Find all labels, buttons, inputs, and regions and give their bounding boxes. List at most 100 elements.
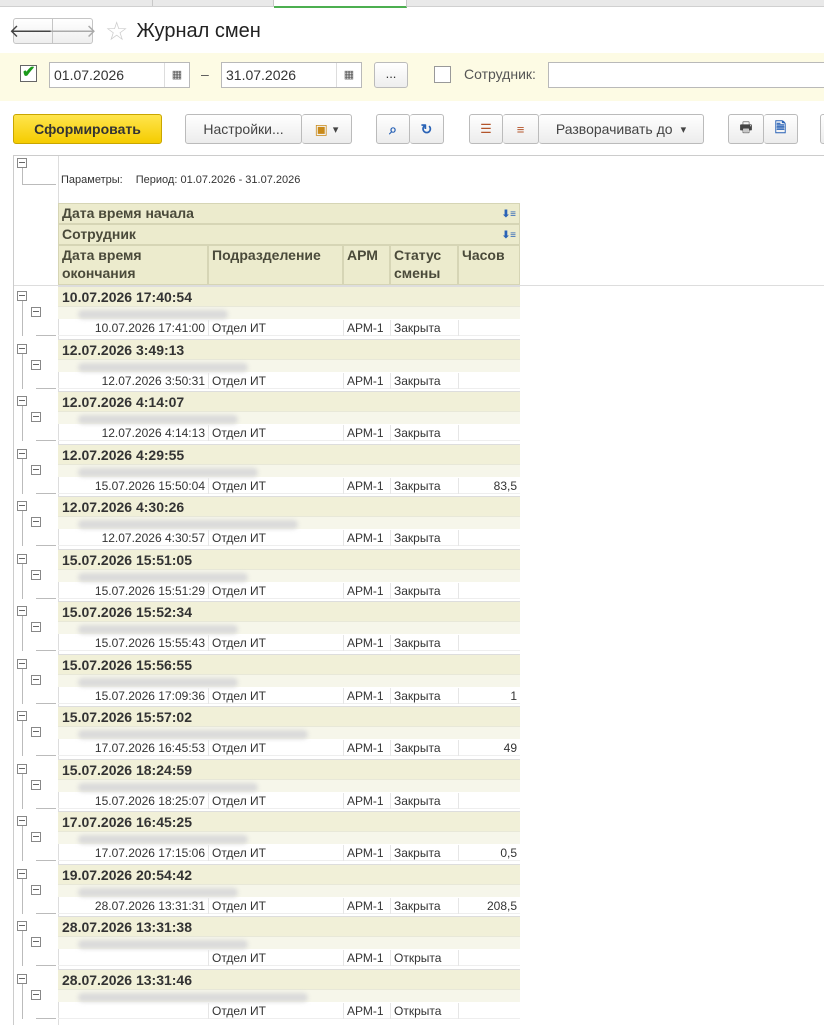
group-row[interactable]: 12.07.2026 4:30:26 — [58, 496, 520, 516]
group-collapse-toggle[interactable] — [17, 816, 27, 826]
report-params: Параметры: Период: 01.07.2026 - 31.07.20… — [61, 174, 310, 186]
subgroup-collapse-toggle[interactable] — [31, 569, 41, 580]
status-cell: Закрыта — [390, 477, 458, 494]
group-row[interactable]: 15.07.2026 15:56:55 — [58, 653, 520, 674]
employee-row[interactable] — [58, 306, 520, 319]
employee-row[interactable] — [58, 411, 520, 424]
employee-row[interactable] — [58, 673, 520, 687]
redacted-employee-name — [78, 310, 228, 319]
group-collapse-toggle[interactable] — [17, 711, 27, 721]
subgroup-collapse-toggle[interactable] — [31, 517, 41, 527]
detail-row[interactable]: 15.07.2026 15:50:04 Отдел ИТ АРМ-1 Закрыта 8… — [58, 477, 520, 494]
preview-button[interactable]: 🗎 — [764, 114, 798, 144]
subgroup-collapse-toggle[interactable] — [31, 727, 41, 737]
employee-row[interactable] — [58, 831, 520, 844]
employee-row[interactable] — [58, 568, 520, 582]
group-collapse-toggle[interactable] — [17, 868, 27, 879]
variants-button[interactable]: ▣ ▾ — [302, 114, 352, 144]
back-button[interactable]: 🡐 — [9, 18, 57, 44]
subgroup-collapse-toggle[interactable] — [31, 989, 41, 1000]
detail-row[interactable]: 12.07.2026 4:14:13 Отдел ИТ АРМ-1 Закрыта — [58, 425, 520, 441]
detail-row[interactable]: 15.07.2026 15:55:43 Отдел ИТ АРМ-1 Закрыта — [58, 635, 520, 651]
employee-row[interactable] — [58, 463, 520, 477]
group-row[interactable]: 28.07.2026 13:31:38 — [58, 916, 520, 936]
group-collapse-toggle[interactable] — [17, 658, 27, 669]
group-collapse-toggle[interactable] — [17, 763, 27, 774]
more-button[interactable] — [820, 114, 824, 144]
tab-active[interactable] — [274, 0, 407, 8]
group-collapse-toggle[interactable] — [17, 448, 27, 459]
generate-button[interactable]: Сформировать — [13, 114, 162, 144]
group-collapse-toggle[interactable] — [17, 606, 27, 616]
group-row[interactable]: 12.07.2026 4:29:55 — [58, 443, 520, 464]
group-row[interactable]: 12.07.2026 4:14:07 — [58, 391, 520, 411]
group-collapse-toggle[interactable] — [17, 553, 27, 564]
params-collapse-toggle[interactable] — [17, 158, 27, 168]
window-header: 🡐 🡒 ☆ Журнал смен — [9, 16, 261, 46]
subgroup-collapse-toggle[interactable] — [31, 464, 41, 475]
detail-row[interactable]: 15.07.2026 15:51:29 Отдел ИТ АРМ-1 Закрыта — [58, 582, 520, 599]
forward-button[interactable]: 🡒 — [48, 18, 97, 44]
expand-to-button[interactable]: Разворачивать до ▾ — [539, 114, 704, 144]
subgroup-collapse-toggle[interactable] — [31, 674, 41, 685]
group-collapse-toggle[interactable] — [17, 396, 27, 406]
favorite-star-icon[interactable]: ☆ — [105, 18, 128, 44]
tab-1[interactable] — [0, 0, 153, 6]
employee-row[interactable] — [58, 621, 520, 634]
detail-row[interactable]: 17.07.2026 16:45:53 Отдел ИТ АРМ-1 Закрыта 4… — [58, 740, 520, 756]
search-button[interactable]: ⌕ — [376, 114, 410, 144]
print-button[interactable]: 🖶 — [728, 114, 764, 144]
group-collapse-toggle[interactable] — [17, 343, 27, 354]
group-collapse-toggle[interactable] — [17, 291, 27, 301]
employee-row[interactable] — [58, 988, 520, 1002]
group-row[interactable]: 15.07.2026 15:51:05 — [58, 548, 520, 569]
group-row[interactable]: 10.07.2026 17:40:54 — [58, 286, 520, 306]
group-row[interactable]: 17.07.2026 16:45:25 — [58, 811, 520, 831]
expand-groups-button[interactable]: ☰ — [469, 114, 503, 144]
collapse-groups-button[interactable]: ≡ — [503, 114, 539, 144]
group-collapse-toggle[interactable] — [17, 501, 27, 511]
employee-row[interactable] — [58, 883, 520, 897]
detail-row[interactable]: Отдел ИТ АРМ-1 Открыта — [58, 950, 520, 966]
group-collapse-toggle[interactable] — [17, 921, 27, 931]
calendar-icon[interactable]: ▦ — [164, 63, 189, 87]
choose-period-button[interactable]: ... — [374, 62, 408, 88]
group-row[interactable]: 15.07.2026 15:52:34 — [58, 601, 520, 621]
detail-row[interactable]: 12.07.2026 4:30:57 Отдел ИТ АРМ-1 Закрыта — [58, 530, 520, 546]
subgroup-collapse-toggle[interactable] — [31, 779, 41, 790]
subgroup-collapse-toggle[interactable] — [31, 937, 41, 947]
group-collapse-toggle[interactable] — [17, 973, 27, 984]
group-row[interactable]: 15.07.2026 15:57:02 — [58, 706, 520, 726]
group-row[interactable]: 28.07.2026 13:31:46 — [58, 968, 520, 989]
group-row[interactable]: 19.07.2026 20:54:42 — [58, 863, 520, 884]
period-checkbox[interactable] — [20, 62, 37, 82]
employee-checkbox[interactable] — [434, 66, 451, 83]
search-next-button[interactable]: ↻ — [410, 114, 444, 144]
detail-row[interactable]: 15.07.2026 17:09:36 Отдел ИТ АРМ-1 Закрыта 1 — [58, 687, 520, 704]
tab-2[interactable] — [153, 0, 274, 6]
employee-row[interactable] — [58, 936, 520, 949]
employee-input[interactable] — [548, 62, 824, 88]
settings-button[interactable]: Настройки... — [185, 114, 302, 144]
group-row[interactable]: 12.07.2026 3:49:13 — [58, 338, 520, 359]
detail-row[interactable]: 17.07.2026 17:15:06 Отдел ИТ АРМ-1 Закрыта 0… — [58, 845, 520, 861]
subgroup-collapse-toggle[interactable] — [31, 412, 41, 422]
detail-row[interactable]: 15.07.2026 18:25:07 Отдел ИТ АРМ-1 Закрыта — [58, 792, 520, 809]
subgroup-collapse-toggle[interactable] — [31, 359, 41, 370]
date-from-input[interactable]: 01.07.2026 ▦ — [49, 62, 190, 88]
subgroup-collapse-toggle[interactable] — [31, 622, 41, 632]
detail-row[interactable]: Отдел ИТ АРМ-1 Открыта — [58, 1002, 520, 1019]
subgroup-collapse-toggle[interactable] — [31, 884, 41, 895]
group-row[interactable]: 15.07.2026 18:24:59 — [58, 758, 520, 779]
detail-row[interactable]: 28.07.2026 13:31:31 Отдел ИТ АРМ-1 Закрыта 2… — [58, 897, 520, 914]
employee-row[interactable] — [58, 726, 520, 739]
employee-row[interactable] — [58, 358, 520, 372]
detail-row[interactable]: 12.07.2026 3:50:31 Отдел ИТ АРМ-1 Закрыта — [58, 372, 520, 389]
date-to-input[interactable]: 31.07.2026 ▦ — [221, 62, 362, 88]
subgroup-collapse-toggle[interactable] — [31, 832, 41, 842]
subgroup-collapse-toggle[interactable] — [31, 307, 41, 317]
detail-row[interactable]: 10.07.2026 17:41:00 Отдел ИТ АРМ-1 Закрыта — [58, 320, 520, 336]
calendar-icon[interactable]: ▦ — [336, 63, 361, 87]
employee-row[interactable] — [58, 516, 520, 529]
employee-row[interactable] — [58, 778, 520, 792]
